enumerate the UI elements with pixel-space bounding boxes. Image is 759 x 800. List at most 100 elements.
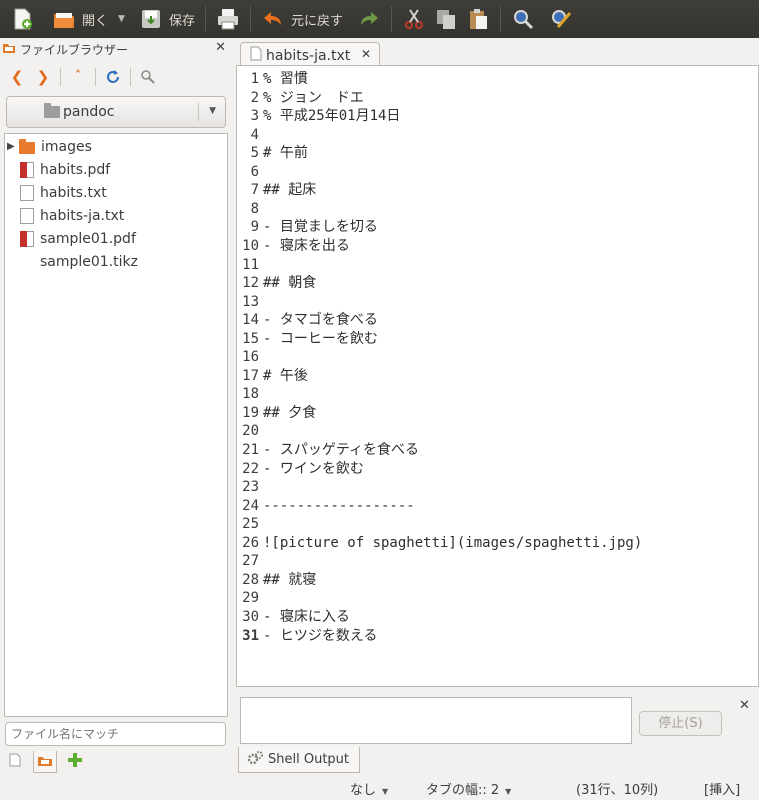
line-text: % 平成25年01月14日 xyxy=(263,108,401,125)
open-folder-icon xyxy=(52,7,76,31)
editor-line[interactable]: 10- 寝床を出る xyxy=(237,237,757,255)
line-number: 15 xyxy=(242,330,259,347)
editor-line[interactable]: 24 ------------------ xyxy=(237,497,757,515)
forward-arrow-icon[interactable]: ❯ xyxy=(30,65,56,89)
text-editor[interactable]: 1% 習慣 2% ジョン ドエ 3% 平成25年01月14日 4 5 # 午前 6 7 ## 起… xyxy=(236,65,759,687)
tab-shell-output[interactable]: Shell Output xyxy=(238,747,360,773)
editor-line[interactable]: 9- 目覚ましを切る xyxy=(237,218,757,236)
shell-output-area[interactable] xyxy=(240,697,632,744)
line-number: 14 xyxy=(242,312,259,329)
editor-line[interactable]: 11 xyxy=(237,256,757,274)
paste-button[interactable] xyxy=(462,3,494,35)
close-bottom-panel-icon[interactable]: ✕ xyxy=(739,698,750,713)
line-number: 26 xyxy=(242,534,259,551)
editor-line[interactable]: 20 xyxy=(237,422,757,440)
line-number: 3 xyxy=(250,108,259,125)
editor-line[interactable]: 30- 寝床に入る xyxy=(237,608,757,626)
editor-line[interactable]: 18 xyxy=(237,385,757,403)
close-side-panel-icon[interactable]: ✕ xyxy=(215,40,226,55)
editor-line[interactable]: 21- スパッゲティを食べる xyxy=(237,441,757,459)
filter-magnifier-icon[interactable] xyxy=(135,65,161,89)
tab-snippets[interactable] xyxy=(63,751,87,773)
file-name: sample01.tikz xyxy=(40,253,138,270)
back-arrow-icon[interactable]: ❮ xyxy=(4,65,30,89)
chevron-down-icon: ▼ xyxy=(505,787,512,796)
highlight-mode-selector[interactable]: なし ▼ xyxy=(350,779,388,798)
editor-line[interactable]: 17 # 午後 xyxy=(237,367,757,385)
editor-line[interactable]: 31- ヒツジを数える xyxy=(237,627,757,645)
list-item[interactable]: sample01.pdf xyxy=(5,227,227,250)
list-item[interactable]: habits.txt xyxy=(5,181,227,204)
text-file-icon xyxy=(20,184,34,201)
editor-line[interactable]: 15- コーヒーを飲む xyxy=(237,330,757,348)
stop-button[interactable]: 停止(S) xyxy=(639,711,722,736)
editor-tab-bar: habits-ja.txt ✕ xyxy=(236,40,759,68)
editor-line[interactable]: 12 ## 朝食 xyxy=(237,274,757,292)
editor-line[interactable]: 29 xyxy=(237,589,757,607)
editor-line[interactable]: 8 xyxy=(237,200,757,218)
line-number: 29 xyxy=(242,590,259,607)
find-button[interactable] xyxy=(507,3,539,35)
line-text: - ヒツジを数える xyxy=(263,627,378,644)
combo-divider xyxy=(198,103,199,121)
folder-selector[interactable]: pandoc ▼ xyxy=(6,96,226,128)
file-name: sample01.pdf xyxy=(40,230,136,247)
close-tab-icon[interactable]: ✕ xyxy=(361,47,371,61)
list-item[interactable]: habits-ja.txt xyxy=(5,204,227,227)
editor-line[interactable]: 3% 平成25年01月14日 xyxy=(237,107,757,125)
editor-line[interactable]: 28 ## 就寝 xyxy=(237,571,757,589)
file-browser-icon xyxy=(37,753,53,771)
line-number: 12 xyxy=(242,275,259,292)
list-item[interactable]: ▶ images xyxy=(5,135,227,158)
line-number: 13 xyxy=(242,293,259,310)
editor-line[interactable]: 26 ![picture of spaghetti](images/spaghet… xyxy=(237,534,757,552)
new-button[interactable] xyxy=(6,3,38,35)
copy-button[interactable] xyxy=(430,3,462,35)
pdf-file-icon xyxy=(20,161,34,178)
list-item[interactable]: habits.pdf xyxy=(5,158,227,181)
editor-line[interactable]: 16 xyxy=(237,348,757,366)
expander-triangle-icon[interactable]: ▶ xyxy=(7,141,15,152)
magnifier-icon xyxy=(511,7,535,31)
tab-documents[interactable] xyxy=(3,751,27,773)
list-item[interactable]: sample01.tikz xyxy=(5,250,227,273)
editor-line[interactable]: 25 xyxy=(237,515,757,533)
redo-arrow-icon xyxy=(357,7,381,31)
editor-line[interactable]: 13 xyxy=(237,293,757,311)
save-button[interactable]: 保存 xyxy=(135,3,199,35)
refresh-icon[interactable] xyxy=(100,65,126,89)
editor-line[interactable]: 7 ## 起床 xyxy=(237,181,757,199)
open-button[interactable]: 開く xyxy=(48,3,112,35)
editor-line[interactable]: 14- タマゴを食べる xyxy=(237,311,757,329)
new-document-icon xyxy=(10,7,34,31)
editor-line[interactable]: 22- ワインを飲む xyxy=(237,460,757,478)
open-recent-dropdown[interactable]: ▼ xyxy=(112,3,127,35)
editor-line[interactable]: 23 xyxy=(237,478,757,496)
nav-separator xyxy=(95,68,96,86)
find-replace-button[interactable] xyxy=(545,3,577,35)
redo-button[interactable] xyxy=(353,3,385,35)
text-file-icon xyxy=(20,207,34,224)
line-number: 4 xyxy=(250,126,259,143)
tab-file-browser[interactable] xyxy=(33,751,57,773)
line-number: 17 xyxy=(242,367,259,384)
editor-line[interactable]: 1% 習慣 xyxy=(237,70,757,88)
toolbar-separator xyxy=(390,6,392,32)
cut-button[interactable] xyxy=(398,3,430,35)
editor-line[interactable]: 19 ## 夕食 xyxy=(237,404,757,422)
editor-line[interactable]: 2% ジョン ドエ xyxy=(237,89,757,107)
editor-line[interactable]: 6 xyxy=(237,163,757,181)
line-text: # 午前 xyxy=(263,145,308,162)
editor-line[interactable]: 4 xyxy=(237,126,757,144)
tab-width-selector[interactable]: タブの幅:: 2 ▼ xyxy=(426,779,511,798)
undo-button[interactable]: 元に戻す xyxy=(257,3,347,35)
gears-icon xyxy=(247,750,263,770)
line-number: 10 xyxy=(242,237,259,254)
chevron-down-icon: ▼ xyxy=(118,14,125,24)
editor-line[interactable]: 27 xyxy=(237,552,757,570)
filename-filter-input[interactable] xyxy=(5,722,226,746)
line-number: 27 xyxy=(242,553,259,570)
up-arrow-icon[interactable]: ˆ xyxy=(65,65,91,89)
editor-line[interactable]: 5 # 午前 xyxy=(237,144,757,162)
print-button[interactable] xyxy=(212,3,244,35)
